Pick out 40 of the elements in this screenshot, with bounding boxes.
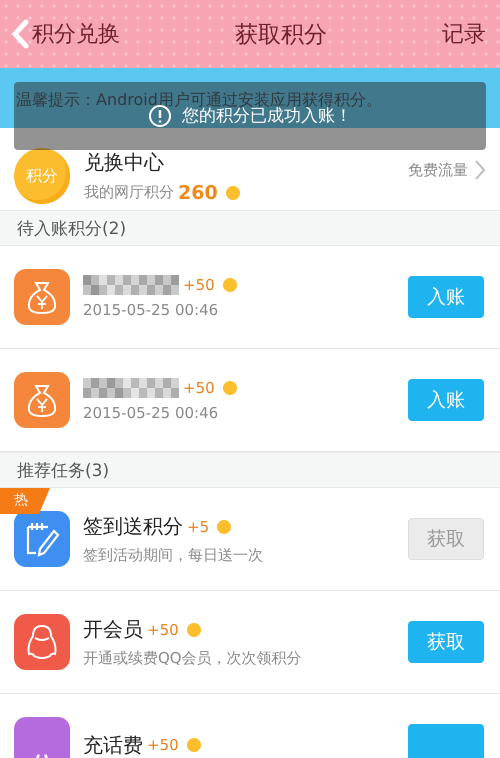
- toast-text: 您的积分已成功入账！: [182, 106, 352, 127]
- bonus-points: +5: [187, 518, 210, 536]
- coin-icon: [186, 738, 201, 752]
- chevron-right-icon: [474, 159, 486, 181]
- coin-icon: [186, 622, 201, 636]
- points-value: 260: [178, 182, 218, 204]
- hot-badge: 热: [0, 488, 50, 514]
- section-title: 推荐任务(3): [17, 460, 110, 482]
- timestamp: 2015-05-25 00:46: [83, 301, 220, 319]
- task-description: 开通或续费QQ会员，次次领积分: [83, 649, 303, 668]
- bonus-points: +50: [147, 736, 179, 754]
- money-bag-icon: [25, 279, 59, 315]
- money-bag-icon: [25, 382, 59, 418]
- get-button[interactable]: [408, 724, 484, 758]
- coin-icon: [222, 278, 237, 292]
- coin-icon: [222, 381, 237, 395]
- task-title: 开会员: [83, 616, 143, 643]
- points-label: 我的网厅积分: [84, 183, 174, 202]
- free-data-link[interactable]: 免费流量: [408, 159, 486, 181]
- coin-icon: [226, 186, 240, 200]
- get-button[interactable]: 获取: [408, 621, 484, 663]
- page-title: 获取积分: [235, 20, 327, 50]
- back-link[interactable]: 积分兑换: [10, 19, 120, 49]
- bonus-points: +50: [147, 620, 179, 638]
- section-title: 待入账积分(2): [17, 218, 126, 240]
- notepad-pencil-icon: [24, 521, 60, 557]
- timestamp: 2015-05-25 00:46: [83, 404, 220, 422]
- task-description: 签到活动期间，每日送一次: [83, 546, 264, 565]
- records-link[interactable]: 记录: [442, 19, 486, 49]
- exchange-title: 兑换中心: [84, 148, 165, 176]
- claim-button[interactable]: 入账: [408, 379, 484, 421]
- bonus-points: +50: [183, 379, 215, 397]
- task-title: 充话费: [83, 732, 143, 758]
- penguin-icon: [25, 623, 59, 661]
- bonus-points: +50: [183, 276, 215, 294]
- coin-icon: [217, 520, 232, 534]
- claim-button[interactable]: 入账: [408, 276, 484, 318]
- task-title: 签到送积分: [83, 513, 183, 540]
- points-coin-badge: 积分: [14, 148, 70, 204]
- back-chevron-icon: [10, 19, 30, 49]
